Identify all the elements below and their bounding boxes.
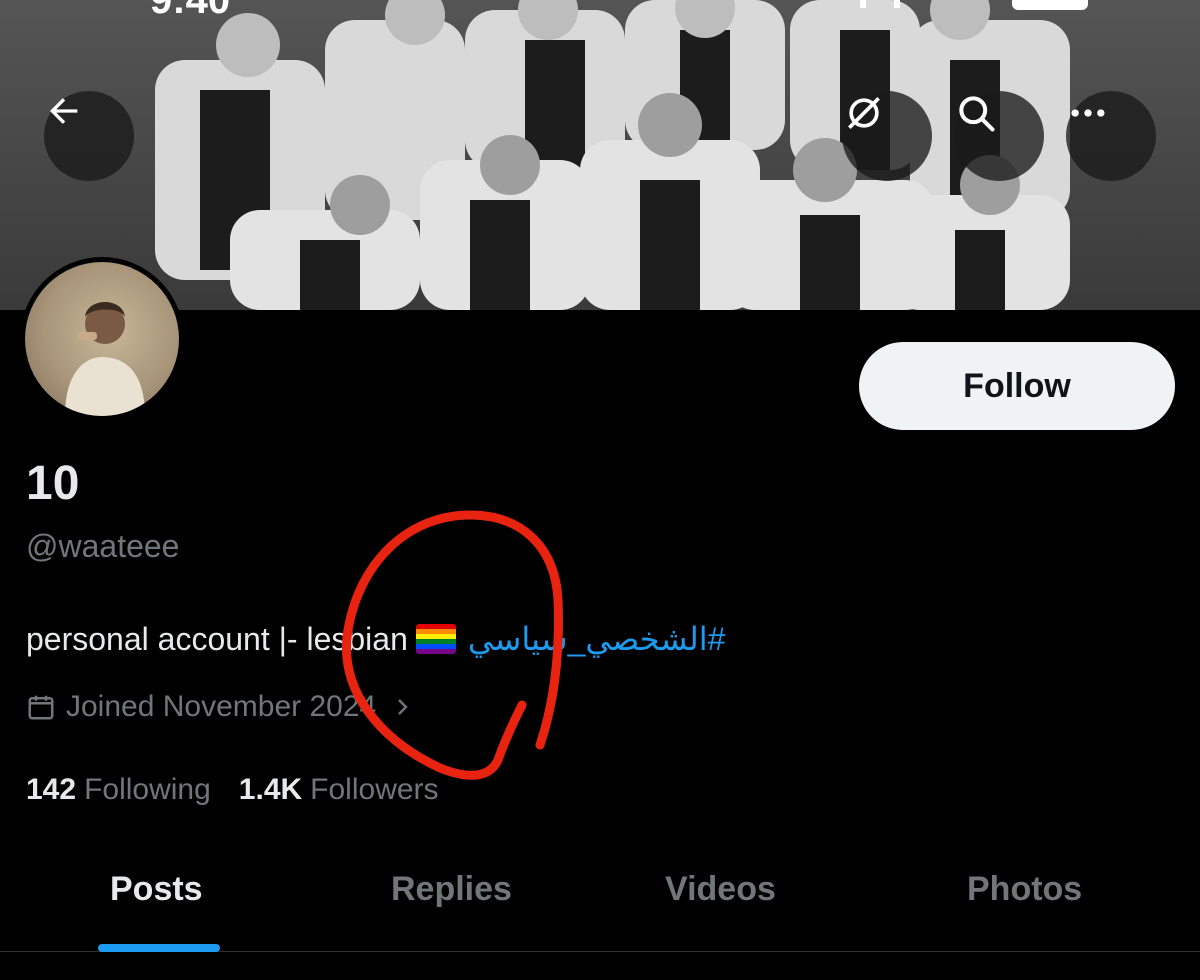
search-button[interactable]: [954, 91, 1044, 181]
more-button[interactable]: [1066, 91, 1156, 181]
following-label: Following: [84, 773, 211, 806]
more-icon: [1071, 109, 1105, 117]
tab-videos[interactable]: Videos: [665, 870, 776, 909]
grok-icon: [848, 97, 880, 129]
profile-tabs: Posts Replies Videos Photos: [0, 850, 1200, 952]
follow-button[interactable]: Follow: [859, 342, 1175, 430]
bio-hashtag-link[interactable]: #الشخصي_سياسي: [468, 620, 726, 658]
avatar[interactable]: [20, 257, 184, 421]
followers-count: 1.4K: [238, 773, 303, 806]
joined-date[interactable]: Joined November 2024: [26, 690, 414, 724]
followers-link[interactable]: 1.4K Followers: [239, 773, 439, 807]
arrow-left-icon: [50, 98, 78, 124]
joined-text: Joined November 2024: [66, 690, 377, 723]
profile-banner[interactable]: 9:40: [0, 0, 1200, 310]
status-time: 9:40: [150, 0, 231, 22]
chevron-right-icon: [398, 699, 408, 715]
tab-replies[interactable]: Replies: [391, 870, 512, 909]
status-bar: 9:40: [0, 0, 1200, 22]
tab-photos[interactable]: Photos: [967, 870, 1082, 909]
active-tab-indicator: [98, 944, 220, 952]
rainbow-flag-icon: [415, 624, 456, 654]
follow-stats: 142 Following 1.4K Followers: [26, 773, 467, 807]
search-icon: [959, 96, 995, 132]
signal-icon: [860, 0, 900, 8]
calendar-icon: [28, 695, 54, 720]
back-button[interactable]: [44, 91, 134, 181]
bio-text: personal account |- lesbian: [26, 620, 408, 657]
followers-label: Followers: [310, 773, 439, 806]
following-link[interactable]: 142 Following: [26, 773, 211, 807]
bio: personal account |- lesbian #الشخصي_سياس…: [26, 620, 725, 658]
display-name: 10: [26, 457, 80, 510]
handle: @waateee: [26, 528, 180, 564]
avatar-image: [25, 262, 179, 416]
tab-posts[interactable]: Posts: [110, 870, 203, 909]
grok-button[interactable]: [842, 91, 932, 181]
battery-icon: [1012, 0, 1088, 10]
following-count: 142: [26, 773, 77, 806]
